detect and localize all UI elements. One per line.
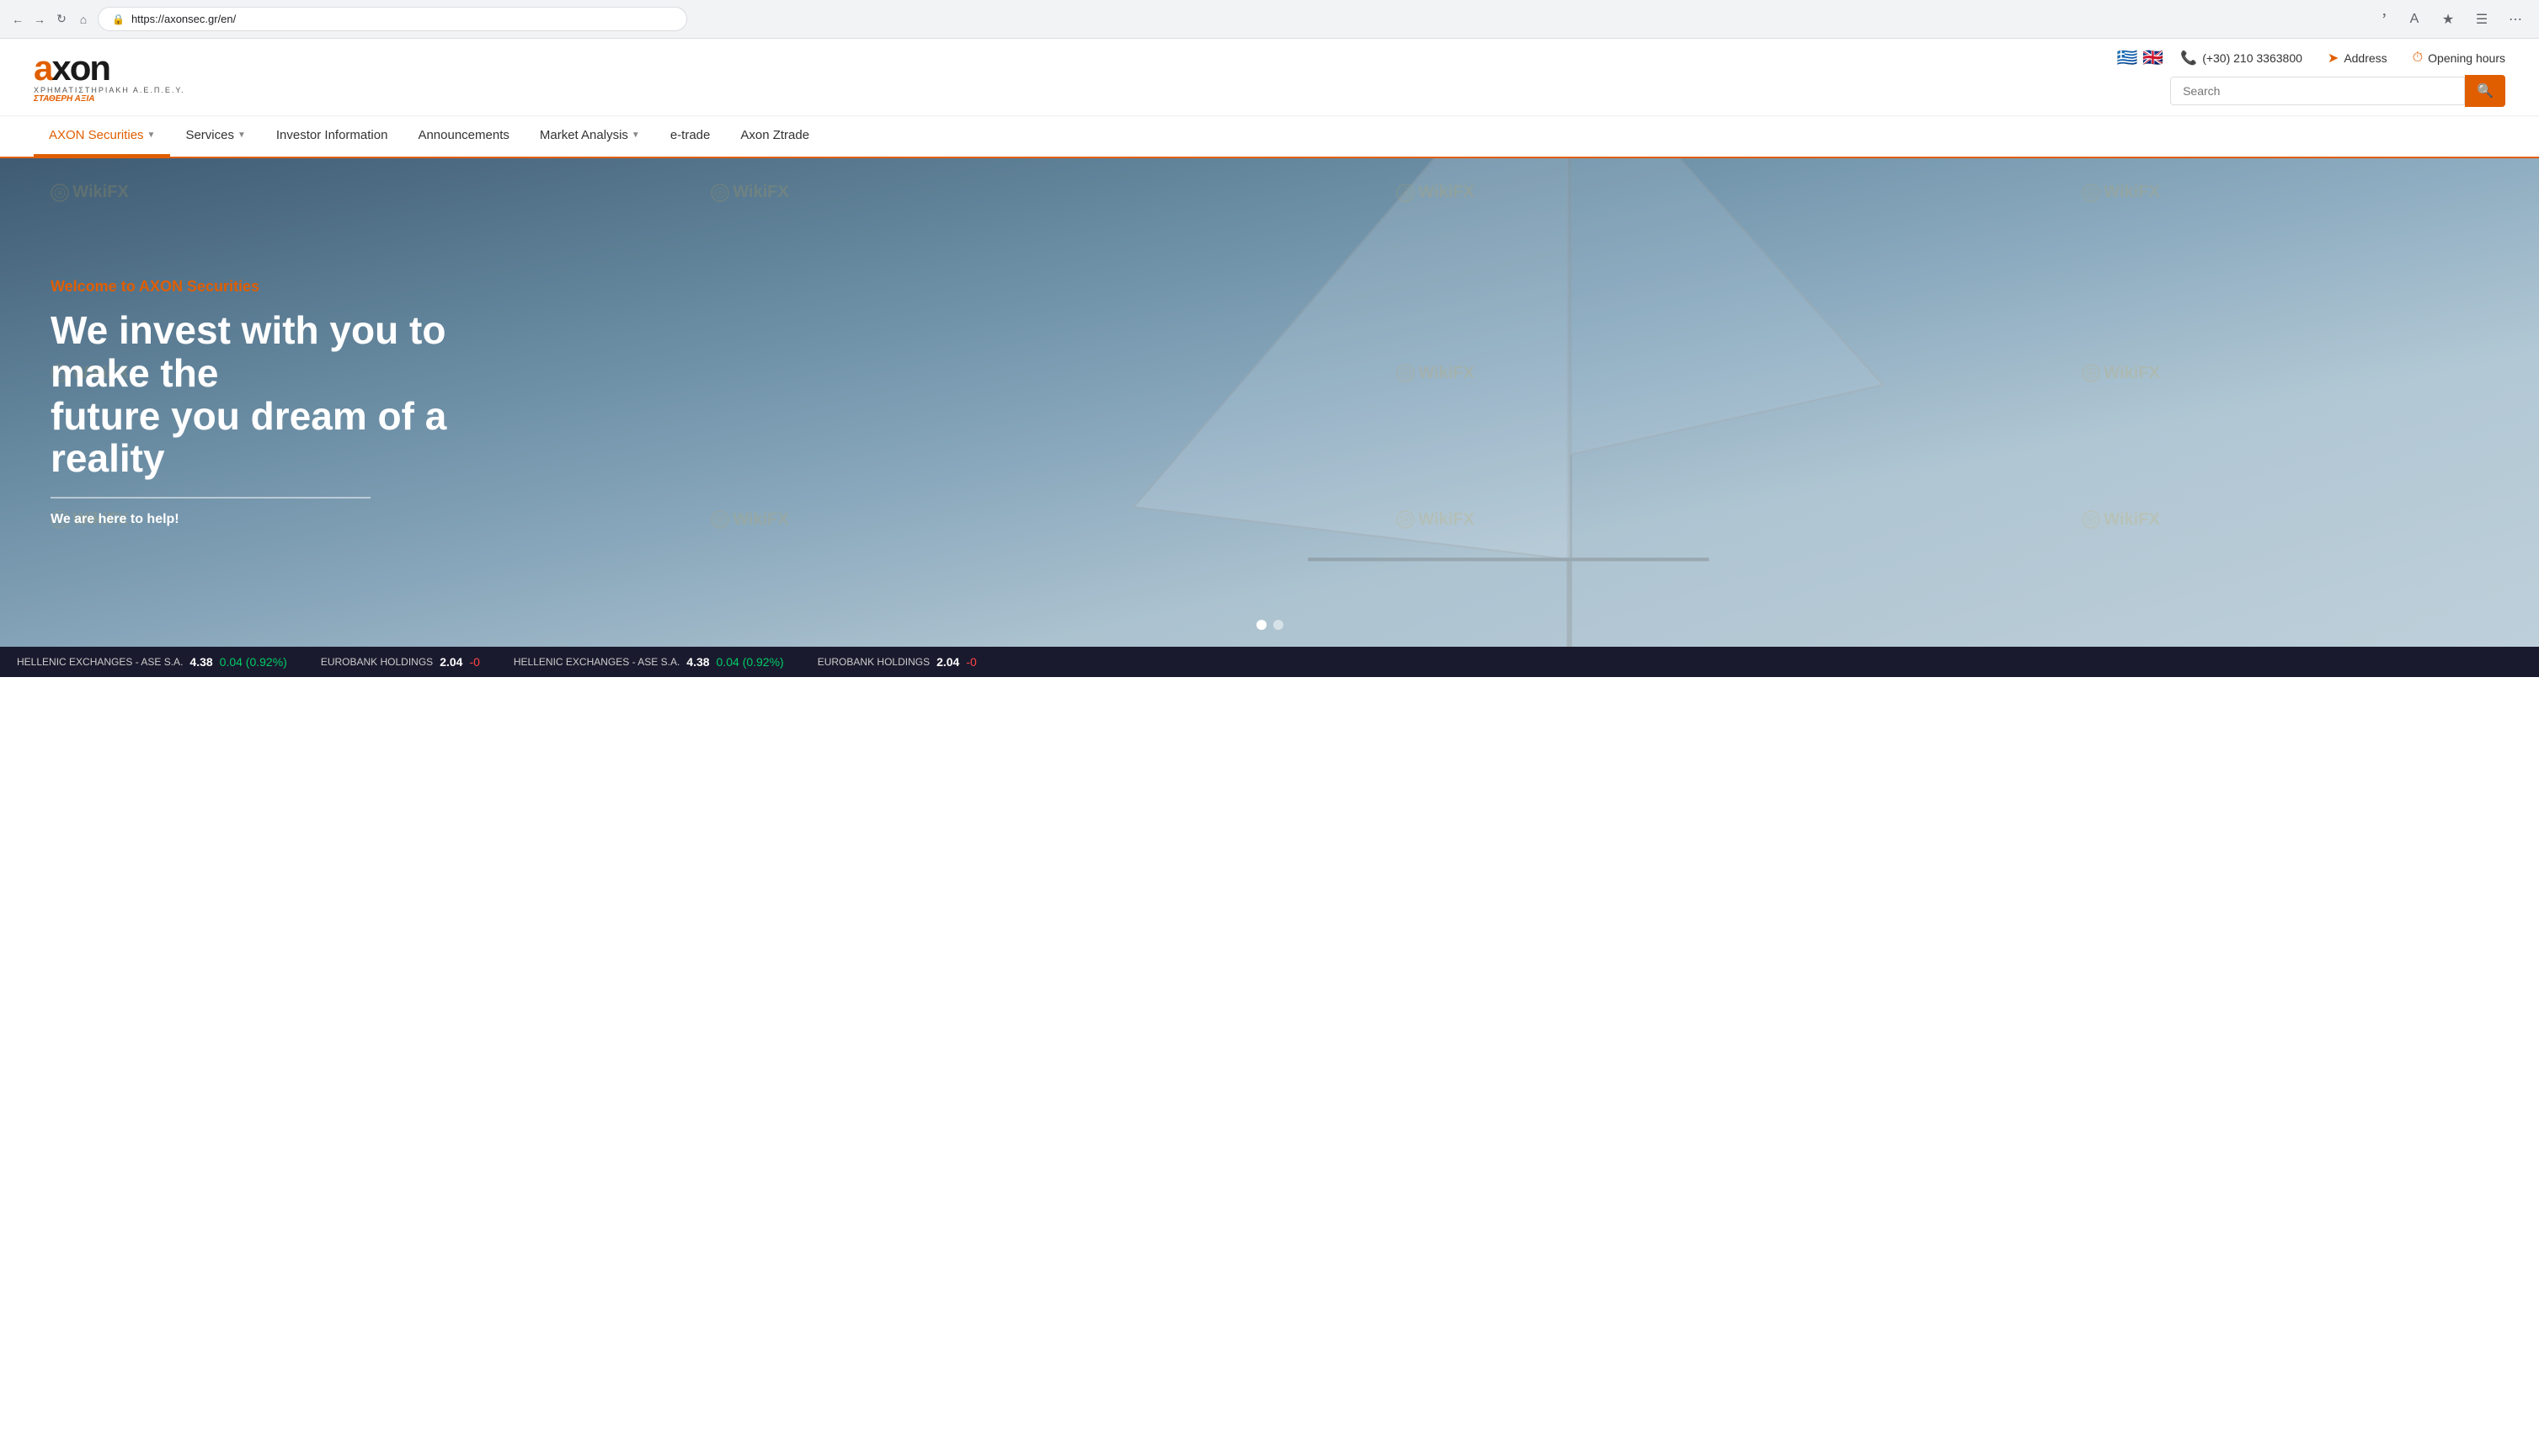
- logo-a: a: [34, 48, 51, 88]
- more-button[interactable]: ⋯: [2502, 6, 2529, 33]
- ticker-name-1: HELLENIC EXCHANGES - ASE S.A.: [17, 656, 183, 668]
- nav-etrade[interactable]: e-trade: [655, 116, 726, 157]
- carousel-dot-2[interactable]: [1273, 620, 1283, 630]
- location-icon: ➤: [2328, 50, 2339, 67]
- phone-icon: 📞: [2180, 50, 2197, 67]
- browser-chrome: ← → ↻ ⌂ 🔒 https://axonsec.gr/en/ ︐ A ★ ☰…: [0, 0, 2539, 39]
- search-input-wrap: [2170, 77, 2465, 105]
- address-contact[interactable]: ➤ Address: [2328, 50, 2387, 67]
- greek-flag[interactable]: 🇬🇷: [2116, 47, 2137, 68]
- english-flag[interactable]: 🇬🇧: [2142, 47, 2163, 68]
- favorites-button[interactable]: ★: [2435, 6, 2462, 33]
- logo-tagline: ΣΤΑΘΕΡΗ ΑΞΙΑ: [34, 94, 185, 104]
- hero-title: We invest with you to make the future yo…: [51, 309, 539, 479]
- ticker-change-1-dup: 0.04 (0.92%): [717, 655, 784, 669]
- nav-investor-label: Investor Information: [276, 128, 388, 142]
- ticker-price-1: 4.38: [189, 655, 212, 669]
- nav-services[interactable]: Services ▼: [170, 116, 260, 157]
- logo-subtitle: ΧΡΗΜΑΤΙΣΤΗΡΙΑΚΗ Α.Ε.Π.Ε.Υ.: [34, 86, 185, 94]
- nav-investor-information[interactable]: Investor Information: [261, 116, 403, 157]
- ticker-bar: HELLENIC EXCHANGES - ASE S.A. 4.38 0.04 …: [0, 647, 2539, 677]
- ticker-change-2: -0: [469, 655, 479, 669]
- hero-title-line2: future you dream of a reality: [51, 394, 446, 481]
- top-right-area: 🇬🇷 🇬🇧 📞 (+30) 210 3363800 ➤ Address ⏱ Op…: [2116, 47, 2505, 107]
- language-switcher[interactable]: 🇬🇷 🇬🇧: [2116, 47, 2163, 68]
- ticker-name-2-dup: EUROBANK HOLDINGS: [818, 656, 930, 668]
- nav-services-dropdown-icon: ▼: [237, 131, 246, 140]
- hero-subtitle: We are here to help!: [51, 512, 539, 527]
- back-button[interactable]: ←: [10, 12, 25, 27]
- ticker-change-2-dup: -0: [966, 655, 976, 669]
- nav-market-analysis[interactable]: Market Analysis ▼: [525, 116, 655, 157]
- nav-etrade-label: e-trade: [670, 128, 711, 142]
- hero-content: Welcome to AXON Securities We invest wit…: [0, 278, 589, 526]
- nav-axon-securities-label: AXON Securities: [49, 128, 144, 142]
- carousel-dots: [1256, 620, 1283, 630]
- hours-contact[interactable]: ⏱ Opening hours: [2413, 51, 2505, 66]
- hero-title-line1: We invest with you to make the: [51, 308, 445, 395]
- nav-services-label: Services: [185, 128, 234, 142]
- navbar: AXON Securities ▼ Services ▼ Investor In…: [0, 116, 2539, 158]
- hero-section: WikiFX WikiFX WikiFX WikiFX WikiFX WikiF…: [0, 158, 2539, 647]
- logo-brand[interactable]: axon: [34, 51, 185, 86]
- hours-label: Opening hours: [2428, 51, 2505, 65]
- address-label: Address: [2344, 51, 2387, 65]
- browser-actions: ︐ A ★ ☰ ⋯: [2367, 6, 2529, 33]
- ticker-name-1-dup: HELLENIC EXCHANGES - ASE S.A.: [514, 656, 680, 668]
- hero-tagline: Welcome to AXON Securities: [51, 278, 539, 296]
- phone-contact[interactable]: 📞 (+30) 210 3363800: [2180, 50, 2302, 67]
- ticker-item-2-dup: EUROBANK HOLDINGS 2.04 -0: [818, 655, 977, 669]
- ticker-item-1-dup: HELLENIC EXCHANGES - ASE S.A. 4.38 0.04 …: [514, 655, 784, 669]
- search-input[interactable]: [2171, 77, 2464, 104]
- ticker-name-2: EUROBANK HOLDINGS: [321, 656, 433, 668]
- ticker-item-1: HELLENIC EXCHANGES - ASE S.A. 4.38 0.04 …: [17, 655, 287, 669]
- nav-market-analysis-label: Market Analysis: [540, 128, 628, 142]
- home-button[interactable]: ⌂: [76, 12, 91, 27]
- address-bar[interactable]: 🔒 https://axonsec.gr/en/: [98, 7, 687, 31]
- nav-ztrade-label: Axon Ztrade: [740, 128, 809, 142]
- clock-icon: ⏱: [2413, 51, 2423, 66]
- translate-button[interactable]: A: [2401, 6, 2428, 33]
- lock-icon: 🔒: [112, 13, 125, 25]
- refresh-button[interactable]: ↻: [54, 12, 69, 27]
- search-button[interactable]: 🔍: [2465, 75, 2505, 107]
- nav-announcements[interactable]: Announcements: [403, 116, 524, 157]
- logo-area: axon ΧΡΗΜΑΤΙΣΤΗΡΙΑΚΗ Α.Ε.Π.Ε.Υ. ΣΤΑΘΕΡΗ …: [34, 51, 185, 104]
- nav-axon-dropdown-icon: ▼: [147, 131, 156, 140]
- forward-button[interactable]: →: [32, 12, 47, 27]
- url-text: https://axonsec.gr/en/: [131, 13, 236, 25]
- ticker-price-1-dup: 4.38: [686, 655, 709, 669]
- nav-announcements-label: Announcements: [418, 128, 509, 142]
- hero-divider: [51, 497, 371, 499]
- logo-xon: xon: [51, 48, 109, 88]
- nav-axon-securities[interactable]: AXON Securities ▼: [34, 116, 170, 157]
- collections-button[interactable]: ☰: [2468, 6, 2495, 33]
- carousel-dot-1[interactable]: [1256, 620, 1267, 630]
- top-bar: axon ΧΡΗΜΑΤΙΣΤΗΡΙΑΚΗ Α.Ε.Π.Ε.Υ. ΣΤΑΘΕΡΗ …: [0, 39, 2539, 116]
- nav-axon-ztrade[interactable]: Axon Ztrade: [725, 116, 824, 157]
- nav-market-dropdown-icon: ▼: [632, 131, 640, 140]
- search-area: 🔍: [2170, 75, 2505, 107]
- reader-mode-button[interactable]: ︐: [2367, 6, 2394, 33]
- ticker-item-2: EUROBANK HOLDINGS 2.04 -0: [321, 655, 480, 669]
- phone-number: (+30) 210 3363800: [2202, 51, 2302, 65]
- ticker-scroll: HELLENIC EXCHANGES - ASE S.A. 4.38 0.04 …: [17, 655, 977, 669]
- ticker-price-2: 2.04: [440, 655, 462, 669]
- ticker-change-1: 0.04 (0.92%): [220, 655, 287, 669]
- ticker-price-2-dup: 2.04: [936, 655, 959, 669]
- contact-row: 📞 (+30) 210 3363800 ➤ Address ⏱ Opening …: [2180, 50, 2505, 67]
